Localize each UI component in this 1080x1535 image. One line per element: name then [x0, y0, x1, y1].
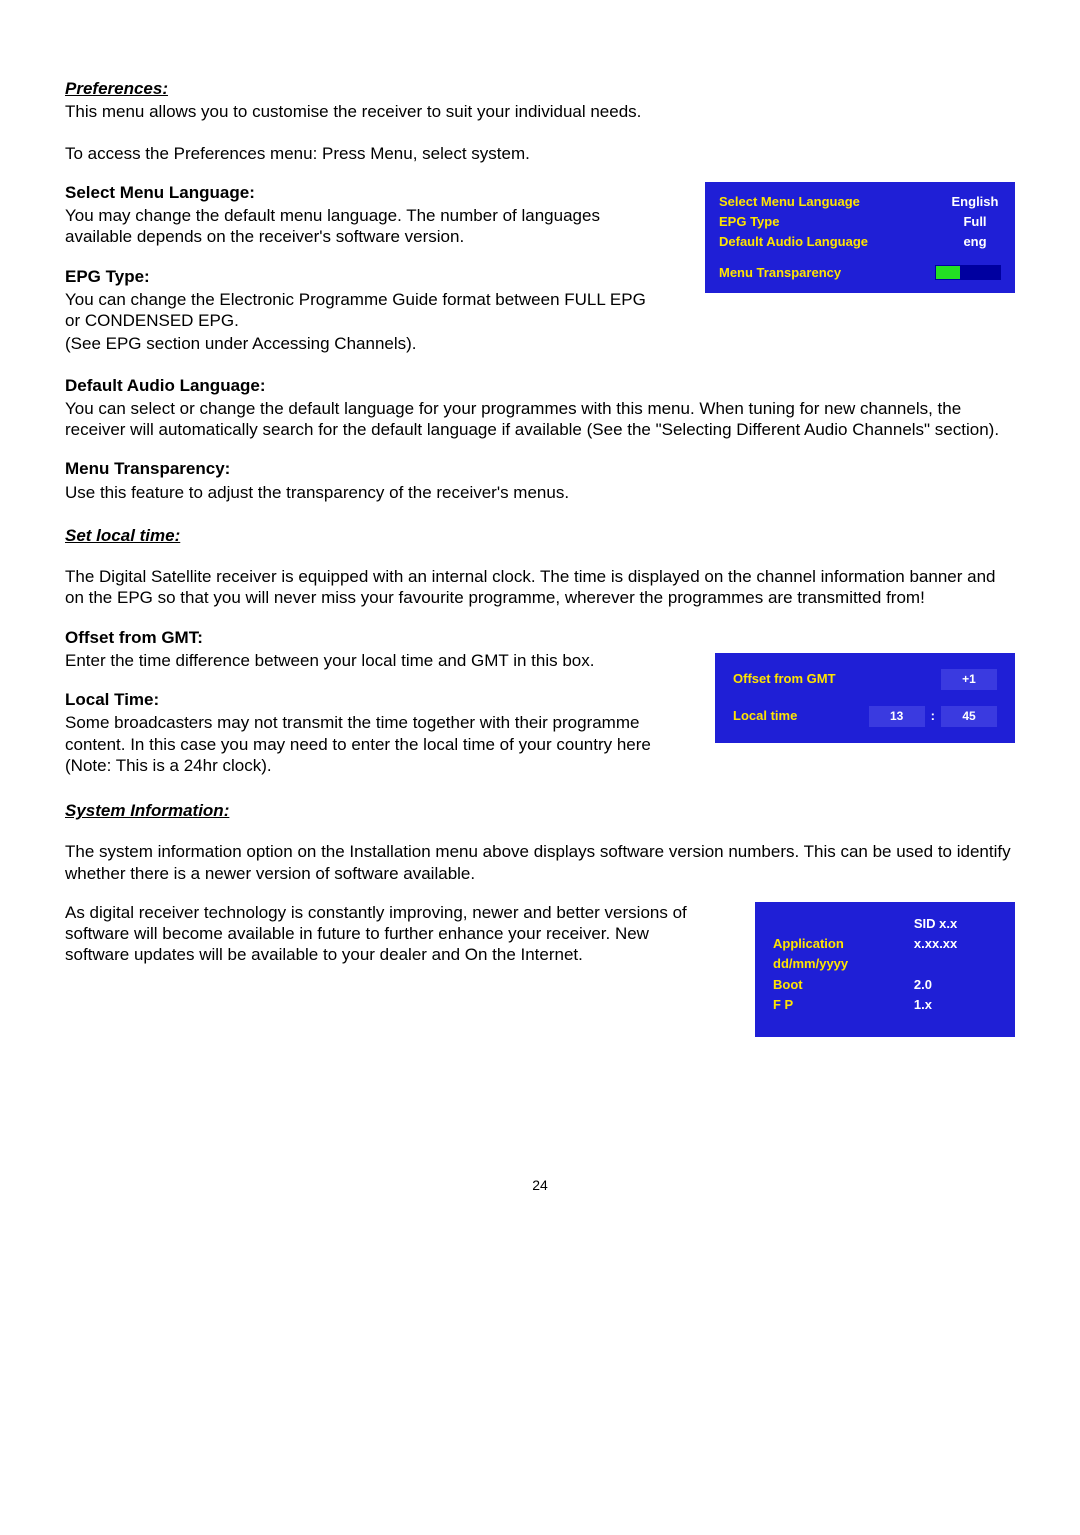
osd-sid: SID x.x: [914, 916, 997, 932]
osd-offset-value: +1: [941, 669, 997, 690]
preferences-osd: Select Menu Language English EPG Type Fu…: [705, 182, 1015, 293]
osd-epg-value: Full: [949, 214, 1001, 230]
system-information-intro: The system information option on the Ins…: [65, 841, 1015, 884]
osd-application-label: Application: [773, 936, 888, 952]
osd-fp-value: 1.x: [914, 997, 997, 1013]
system-information-heading: System Information:: [65, 800, 1015, 821]
menu-transparency-body: Use this feature to adjust the transpare…: [65, 482, 1015, 503]
osd-epg-label: EPG Type: [719, 214, 779, 230]
menu-transparency-heading: Menu Transparency:: [65, 458, 1015, 479]
select-menu-language-heading: Select Menu Language:: [65, 182, 665, 203]
time-colon: :: [931, 708, 935, 724]
osd-offset-label: Offset from GMT: [733, 671, 836, 687]
osd-dal-label: Default Audio Language: [719, 234, 868, 250]
osd-local-label: Local time: [733, 708, 797, 724]
osd-mt-label: Menu Transparency: [719, 265, 841, 281]
set-local-time-intro: The Digital Satellite receiver is equipp…: [65, 566, 1015, 609]
system-information-body: As digital receiver technology is consta…: [65, 902, 715, 966]
epg-type-body-1: You can change the Electronic Programme …: [65, 289, 665, 332]
offset-from-gmt-heading: Offset from GMT:: [65, 627, 675, 648]
osd-boot-value: 2.0: [914, 977, 997, 993]
osd-sml-value: English: [949, 194, 1001, 210]
osd-sml-label: Select Menu Language: [719, 194, 860, 210]
set-local-time-heading: Set local time:: [65, 525, 1015, 546]
system-info-osd: SID x.x Application x.xx.xx dd/mm/yyyy B…: [755, 902, 1015, 1037]
osd-local-hour: 13: [869, 706, 925, 727]
page-number: 24: [65, 1177, 1015, 1195]
osd-date: dd/mm/yyyy: [773, 956, 888, 972]
default-audio-language-body: You can select or change the default lan…: [65, 398, 1015, 441]
select-menu-language-body: You may change the default menu language…: [65, 205, 665, 248]
local-time-body: Some broadcasters may not transmit the t…: [65, 712, 675, 776]
local-time-osd: Offset from GMT +1 Local time 13 : 45: [715, 653, 1015, 743]
epg-type-heading: EPG Type:: [65, 266, 665, 287]
preferences-heading: Preferences:: [65, 78, 1015, 99]
osd-boot-label: Boot: [773, 977, 888, 993]
preferences-intro-1: This menu allows you to customise the re…: [65, 101, 1015, 122]
osd-application-value: x.xx.xx: [914, 936, 997, 952]
offset-from-gmt-body: Enter the time difference between your l…: [65, 650, 675, 671]
default-audio-language-heading: Default Audio Language:: [65, 375, 1015, 396]
osd-fp-label: F P: [773, 997, 888, 1013]
epg-type-body-2: (See EPG section under Accessing Channel…: [65, 333, 665, 354]
osd-dal-value: eng: [949, 234, 1001, 250]
transparency-slider: [935, 265, 1001, 280]
osd-local-minute: 45: [941, 706, 997, 727]
preferences-intro-2: To access the Preferences menu: Press Me…: [65, 143, 1015, 164]
local-time-heading: Local Time:: [65, 689, 675, 710]
